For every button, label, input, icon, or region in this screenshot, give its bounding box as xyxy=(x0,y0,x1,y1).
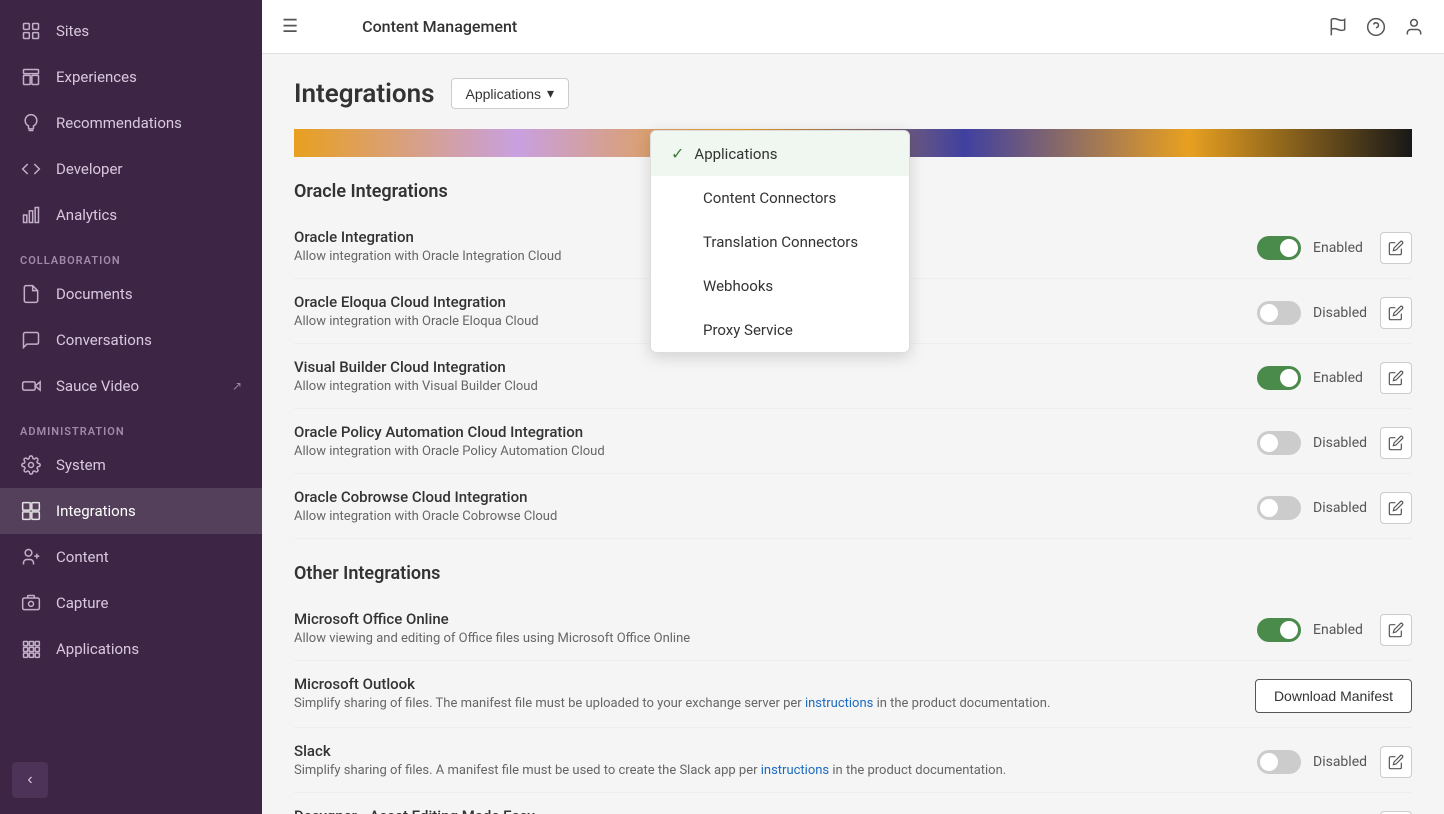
check-icon: ✓ xyxy=(671,144,684,163)
dropdown-item-label: Proxy Service xyxy=(703,321,793,339)
dropdown-item-content-connectors[interactable]: Content Connectors xyxy=(651,176,909,220)
dropdown-item-applications[interactable]: ✓ Applications xyxy=(651,131,909,176)
dropdown-item-proxy-service[interactable]: Proxy Service xyxy=(651,308,909,352)
dropdown-menu: ✓ Applications Content Connectors Transl… xyxy=(650,130,910,353)
dropdown-item-translation-connectors[interactable]: Translation Connectors xyxy=(651,220,909,264)
dropdown-item-label: Applications xyxy=(694,145,777,163)
main-area: ☰ Content Management Integrations Applic… xyxy=(262,0,1444,814)
dropdown-item-label: Webhooks xyxy=(703,277,773,295)
content-area: Integrations Applications ▾ ✓ Applicatio… xyxy=(262,54,1444,814)
dropdown-item-webhooks[interactable]: Webhooks xyxy=(651,264,909,308)
dropdown-item-label: Translation Connectors xyxy=(703,233,858,251)
dropdown-item-label: Content Connectors xyxy=(703,189,836,207)
